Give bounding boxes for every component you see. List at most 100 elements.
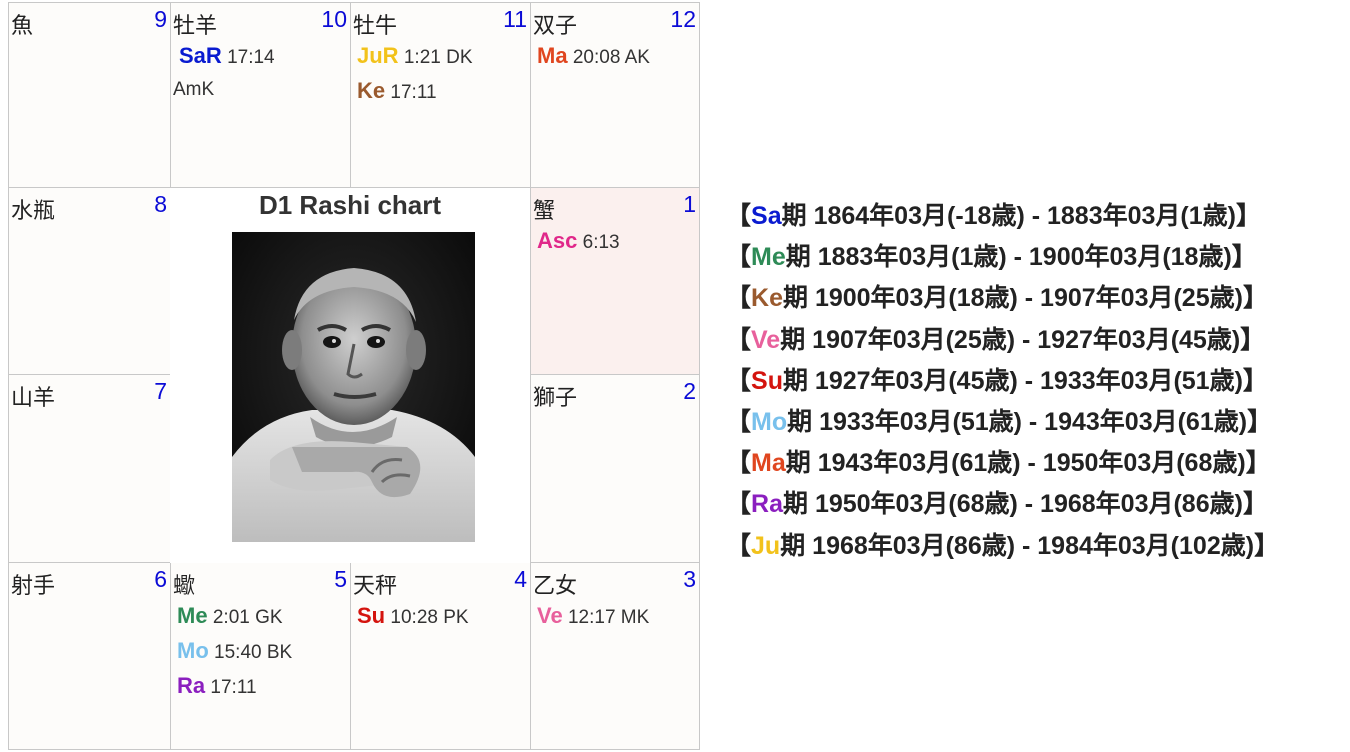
planet-abbr: Ke: [357, 78, 386, 103]
sign-name: 蠍: [173, 574, 196, 599]
bracket-open: 【: [726, 531, 752, 560]
sign-name: 牡牛: [353, 14, 398, 39]
bracket-close: 】: [1231, 243, 1257, 272]
dasha-period-item: 【Ju期 1968年03月(86歳) - 1984年03月(102歳)】: [726, 526, 1279, 567]
house-number: 12: [670, 6, 696, 32]
house-9: 魚 9: [8, 2, 171, 188]
dasha-planet: Sa: [751, 202, 782, 230]
planet-entry: Ma 20:08 AK: [537, 43, 650, 69]
house-number: 5: [334, 566, 347, 592]
period-suffix: 期: [780, 531, 806, 560]
dasha-period-item: 【Ve期 1907年03月(25歳) - 1927年03月(45歳)】: [726, 320, 1279, 361]
sign-name: 水瓶: [11, 199, 56, 224]
bracket-close: 】: [1242, 366, 1268, 395]
sign-name: 射手: [11, 574, 56, 599]
planet-degree: 20:08 AK: [572, 47, 650, 68]
period-suffix: 期: [782, 284, 808, 313]
house-number: 7: [154, 378, 167, 404]
dasha-period-item: 【Su期 1927年03月(45歳) - 1933年03月(51歳)】: [726, 361, 1279, 402]
planet-entry: Ve 12:17 MK: [537, 603, 649, 629]
dasha-planet: Ma: [751, 449, 786, 478]
planet-degree: 2:01 GK: [212, 607, 283, 628]
planet-abbr: Ra: [177, 673, 206, 698]
house-number: 2: [683, 378, 696, 404]
planet-entry: Mo 15:40 BK: [177, 638, 292, 664]
house-number: 3: [683, 566, 696, 592]
dasha-planet: Su: [751, 366, 783, 395]
dasha-range: 1927年03月(45歳) - 1933年03月(51歳): [807, 366, 1243, 395]
planet-abbr: SaR: [179, 43, 222, 68]
portrait-photo: [232, 232, 475, 542]
chart-center: D1 Rashi chart: [170, 188, 530, 563]
dasha-period-item: 【Ra期 1950年03月(68歳) - 1968年03月(86歳)】: [726, 484, 1279, 525]
bracket-open: 【: [726, 449, 752, 478]
planet-degree: 17:11: [210, 677, 257, 698]
period-suffix: 期: [785, 449, 811, 478]
karaka-label: AmK: [173, 79, 215, 100]
dasha-range: 1907年03月(25歳) - 1927年03月(45歳): [805, 325, 1241, 354]
rashi-chart: 魚 9 牡羊 10 SaR 17:14 AmK 牡牛 11 JuR 1:21 D…: [8, 2, 700, 750]
planet-abbr: Me: [177, 603, 208, 628]
sign-name: 牡羊: [173, 14, 218, 39]
planet-entry: Me 2:01 GK: [177, 603, 283, 629]
sign-name: 山羊: [11, 386, 56, 411]
bracket-close: 】: [1242, 490, 1268, 519]
bracket-close: 】: [1235, 202, 1261, 230]
bracket-open: 【: [726, 490, 752, 519]
ascendant-abbr: Asc: [537, 228, 578, 253]
house-number: 4: [514, 566, 527, 592]
planet-degree: 6:13: [582, 232, 620, 253]
bracket-close: 】: [1247, 407, 1273, 436]
dasha-planet: Ra: [751, 490, 783, 519]
dasha-range: 1968年03月(86歳) - 1984年03月(102歳): [805, 531, 1255, 560]
dasha-range: 1900年03月(18歳) - 1907年03月(25歳): [808, 284, 1243, 313]
house-number: 9: [154, 6, 167, 32]
dasha-period-item: 【Sa期 1864年03月(-18歳) - 1883年03月(1歳)】: [726, 196, 1279, 237]
sign-name: 天秤: [353, 574, 398, 599]
planet-abbr: Mo: [177, 638, 209, 663]
planet-entry: SaR 17:14: [179, 43, 275, 69]
planet-entry: JuR 1:21 DK: [357, 43, 473, 69]
planet-entry: Ra 17:11: [177, 673, 257, 699]
dasha-range: 1950年03月(68歳) - 1968年03月(86歳): [808, 490, 1243, 519]
house-10: 牡羊 10 SaR 17:14 AmK: [170, 2, 351, 188]
planet-degree: 1:21 DK: [403, 47, 473, 68]
planet-abbr: Ma: [537, 43, 568, 68]
house-number: 11: [503, 6, 527, 32]
period-suffix: 期: [785, 243, 811, 272]
chart-title: D1 Rashi chart: [258, 190, 442, 220]
planet-abbr: JuR: [357, 43, 399, 68]
bracket-open: 【: [726, 202, 752, 230]
dasha-period-item: 【Me期 1883年03月(1歳) - 1900年03月(18歳)】: [726, 237, 1279, 278]
planet-degree: 10:28 PK: [390, 607, 469, 628]
dasha-planet: Ju: [751, 531, 781, 560]
house-6: 射手 6: [8, 562, 171, 750]
house-4: 天秤 4 Su 10:28 PK: [350, 562, 531, 750]
period-suffix: 期: [787, 407, 813, 436]
bracket-close: 】: [1245, 449, 1271, 478]
planet-degree: 15:40 BK: [214, 642, 293, 663]
sign-name: 蟹: [533, 199, 556, 224]
dasha-period-item: 【Ma期 1943年03月(61歳) - 1950年03月(68歳)】: [726, 443, 1279, 484]
dasha-planet: Mo: [751, 407, 788, 436]
bracket-open: 【: [726, 284, 752, 313]
period-suffix: 期: [780, 325, 806, 354]
bracket-open: 【: [726, 407, 752, 436]
bracket-close: 】: [1254, 531, 1280, 560]
dasha-planet: Ve: [751, 325, 781, 354]
sign-name: 双子: [533, 14, 578, 39]
dasha-period-item: 【Ke期 1900年03月(18歳) - 1907年03月(25歳)】: [726, 278, 1279, 319]
house-number: 1: [683, 191, 696, 217]
bracket-open: 【: [726, 243, 752, 272]
period-suffix: 期: [781, 202, 807, 230]
house-2: 獅子 2: [530, 374, 700, 563]
bracket-open: 【: [726, 366, 752, 395]
dasha-period-item: 【Mo期 1933年03月(51歳) - 1943年03月(61歳)】: [726, 402, 1279, 443]
planet-degree: 12:17 MK: [567, 607, 650, 628]
dasha-range: 1864年03月(-18歳) - 1883年03月(1歳): [806, 202, 1236, 230]
planet-abbr: Su: [357, 603, 386, 628]
sign-name: 獅子: [533, 386, 578, 411]
house-3: 乙女 3 Ve 12:17 MK: [530, 562, 700, 750]
planet-entry: Ke 17:11: [357, 78, 437, 104]
dasha-range: 1943年03月(61歳) - 1950年03月(68歳): [810, 449, 1246, 478]
